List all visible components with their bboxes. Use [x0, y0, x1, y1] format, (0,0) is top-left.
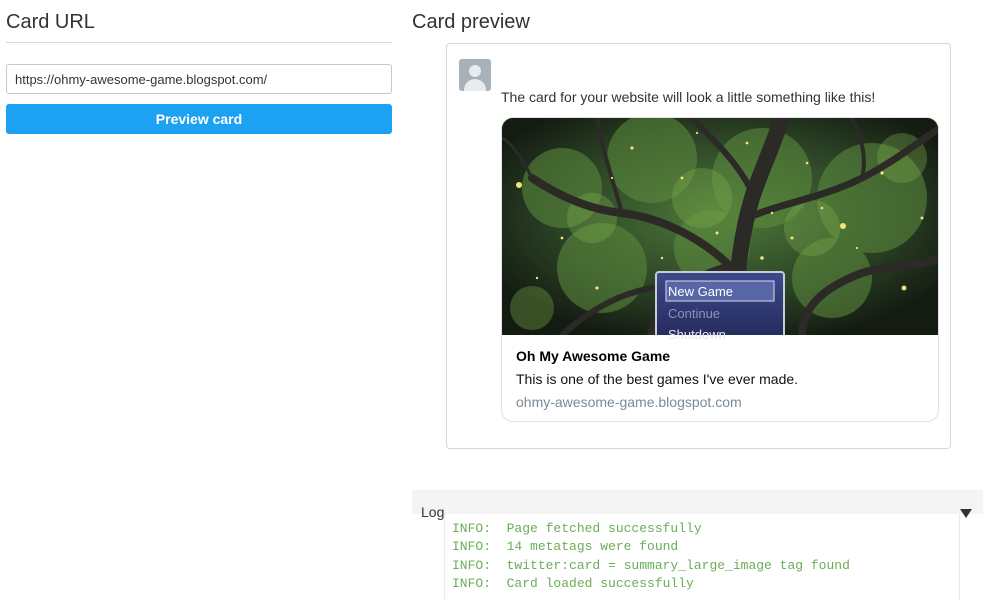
log-line: INFO: Page fetched successfully — [452, 521, 702, 536]
menu-item-continue: Continue — [668, 306, 721, 321]
card-url-input[interactable] — [6, 64, 392, 94]
website-card[interactable]: New Game Continue Shutdown Oh My Awesome… — [501, 117, 939, 422]
card-url-title: Card URL — [6, 11, 95, 33]
tweet-preview: The card for your website will look a li… — [446, 43, 951, 449]
log-label: Log — [421, 504, 445, 520]
card-image: New Game Continue Shutdown — [502, 118, 938, 342]
card-description: This is one of the best games I've ever … — [516, 371, 799, 387]
log-header[interactable] — [412, 490, 983, 514]
menu-item-new-game: New Game — [668, 284, 734, 299]
log-line: INFO: 14 metatags were found — [452, 539, 679, 555]
chevron-down-icon[interactable] — [960, 509, 972, 519]
preview-card-button[interactable]: Preview card — [6, 104, 392, 134]
tweet-text: The card for your website will look a li… — [501, 89, 876, 105]
card-title: Oh My Awesome Game — [516, 348, 671, 364]
menu-item-shutdown: Shutdown — [668, 327, 726, 342]
divider — [6, 42, 392, 43]
log-line: INFO: twitter:card = summary_large_image… — [452, 557, 850, 573]
log-output: INFO: Page fetched successfully INFO: 14… — [444, 514, 960, 600]
log-line: INFO: Card loaded successfully — [452, 575, 694, 591]
card-preview-title: Card preview — [412, 11, 530, 33]
card-preview-panel: Card preview The card for your website w… — [412, 0, 983, 600]
card-domain: ohmy-awesome-game.blogspot.com — [516, 394, 742, 410]
avatar — [459, 59, 491, 91]
